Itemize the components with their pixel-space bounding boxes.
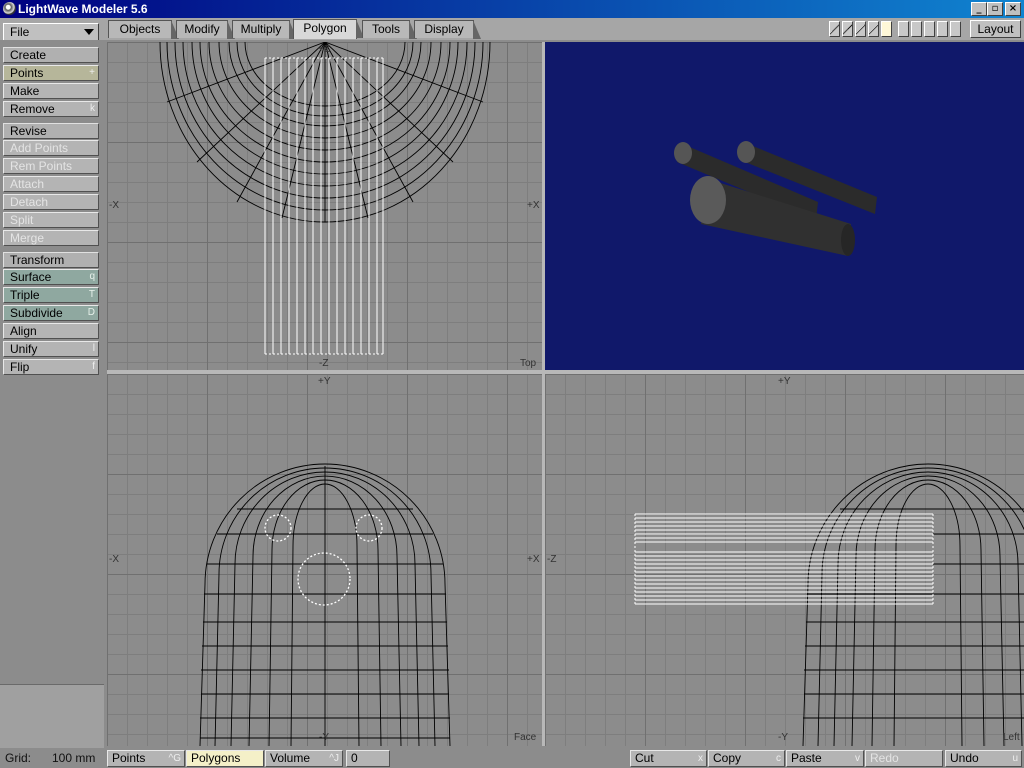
layer-button-1[interactable] [829,21,840,37]
top-view-axis-left: -X [109,200,119,211]
cut-button[interactable]: Cut x [630,750,707,767]
close-button[interactable]: × [1005,2,1021,16]
tab-display[interactable]: Display [414,20,481,39]
polygons-mode-button[interactable]: Polygons [186,750,264,767]
tab-objects[interactable]: Objects [108,20,179,39]
selection-count: 0 [346,750,390,767]
left-viewport[interactable]: +Y -Y -Z Left [545,374,1024,746]
grid-label: Grid: [5,751,32,765]
window-title: LightWave Modeler 5.6 [18,2,148,16]
face-viewport[interactable]: +Y -Y -X +X Face [107,374,542,746]
layer-button-5[interactable] [881,21,892,37]
layer-button-7[interactable] [911,21,922,37]
top-view-label: Top [520,358,537,369]
maximize-button[interactable]: ▫ [987,2,1003,16]
left-view-axis-left: -Z [547,554,557,565]
copy-button[interactable]: Copy c [708,750,785,767]
numeric-panel [0,684,104,748]
remove-tool-button[interactable]: Remove k [3,101,99,117]
app-icon[interactable] [3,2,16,15]
left-view-label: Left [1003,732,1020,743]
tab-modify[interactable]: Modify [176,20,235,39]
left-view-axis-down: -Y [778,732,788,743]
tab-bar: File Objects Modify Multiply Polygon Too… [0,18,1024,41]
minimize-button[interactable]: _ [971,2,987,16]
flip-button[interactable]: Flip f [3,359,99,375]
face-view-axis-right: +X [527,554,540,565]
face-view-wireframe [199,463,451,746]
layout-button[interactable]: Layout [970,20,1021,38]
points-tool-button[interactable]: Points + [3,65,99,81]
add-points-button[interactable]: Add Points [3,140,99,156]
layer-button-4[interactable] [868,21,879,37]
title-bar: LightWave Modeler 5.6 _ ▫ × [0,0,1024,18]
attach-button[interactable]: Attach [3,176,99,192]
split-button[interactable]: Split [3,212,99,228]
viewport-divider-vertical[interactable] [542,42,545,746]
triple-button[interactable]: Triple T [3,287,99,303]
make-tool-button[interactable]: Make [3,83,99,99]
surface-button[interactable]: Surface q [3,269,99,285]
perspective-render [674,141,877,256]
redo-button[interactable]: Redo [865,750,943,767]
left-view-wireframe [634,463,1024,746]
perspective-viewport[interactable] [545,42,1024,370]
grid-value: 100 mm [52,751,96,765]
chevron-down-icon [84,29,94,35]
rem-points-button[interactable]: Rem Points [3,158,99,174]
face-view-axis-left: -X [109,554,119,565]
top-viewport[interactable]: +Z -Z -X +X Top [107,42,542,370]
layer-button-8[interactable] [924,21,935,37]
top-view-wireframe [159,42,491,355]
volume-mode-button[interactable]: Volume ^J [265,750,343,767]
merge-button[interactable]: Merge [3,230,99,246]
layer-button-6[interactable] [898,21,909,37]
paste-button[interactable]: Paste v [786,750,864,767]
top-view-axis-down: -Z [319,358,329,369]
undo-button[interactable]: Undo u [945,750,1022,767]
create-group-title: Create [3,47,99,63]
points-mode-button[interactable]: Points ^G [107,750,185,767]
align-button[interactable]: Align [3,323,99,339]
face-view-axis-down: -Y [319,732,329,743]
layer-button-2[interactable] [842,21,853,37]
top-view-axis-up: +Z [318,44,330,55]
layer-button-3[interactable] [855,21,866,37]
layer-button-9[interactable] [937,21,948,37]
viewport-divider-horizontal[interactable] [107,370,1024,374]
left-view-axis-up: +Y [778,376,791,387]
tab-polygon[interactable]: Polygon [293,19,364,39]
top-view-axis-right: +X [527,200,540,211]
revise-group-title: Revise [3,123,99,139]
tool-panel: Create Points + Make Remove k Revise Add P… [0,40,104,748]
tab-multiply[interactable]: Multiply [232,20,297,39]
detach-button[interactable]: Detach [3,194,99,210]
face-view-axis-up: +Y [318,376,331,387]
subdivide-button[interactable]: Subdivide D [3,305,99,321]
file-menu-button[interactable]: File [3,23,99,41]
layer-button-10[interactable] [950,21,961,37]
face-view-label: Face [514,732,537,743]
tab-tools[interactable]: Tools [362,20,417,39]
unify-button[interactable]: Unify l [3,341,99,357]
file-menu-label: File [10,25,30,39]
status-bar: Grid: 100 mm Points ^G Polygons Volume ^J … [0,748,1024,768]
transform-group-title: Transform [3,252,99,268]
